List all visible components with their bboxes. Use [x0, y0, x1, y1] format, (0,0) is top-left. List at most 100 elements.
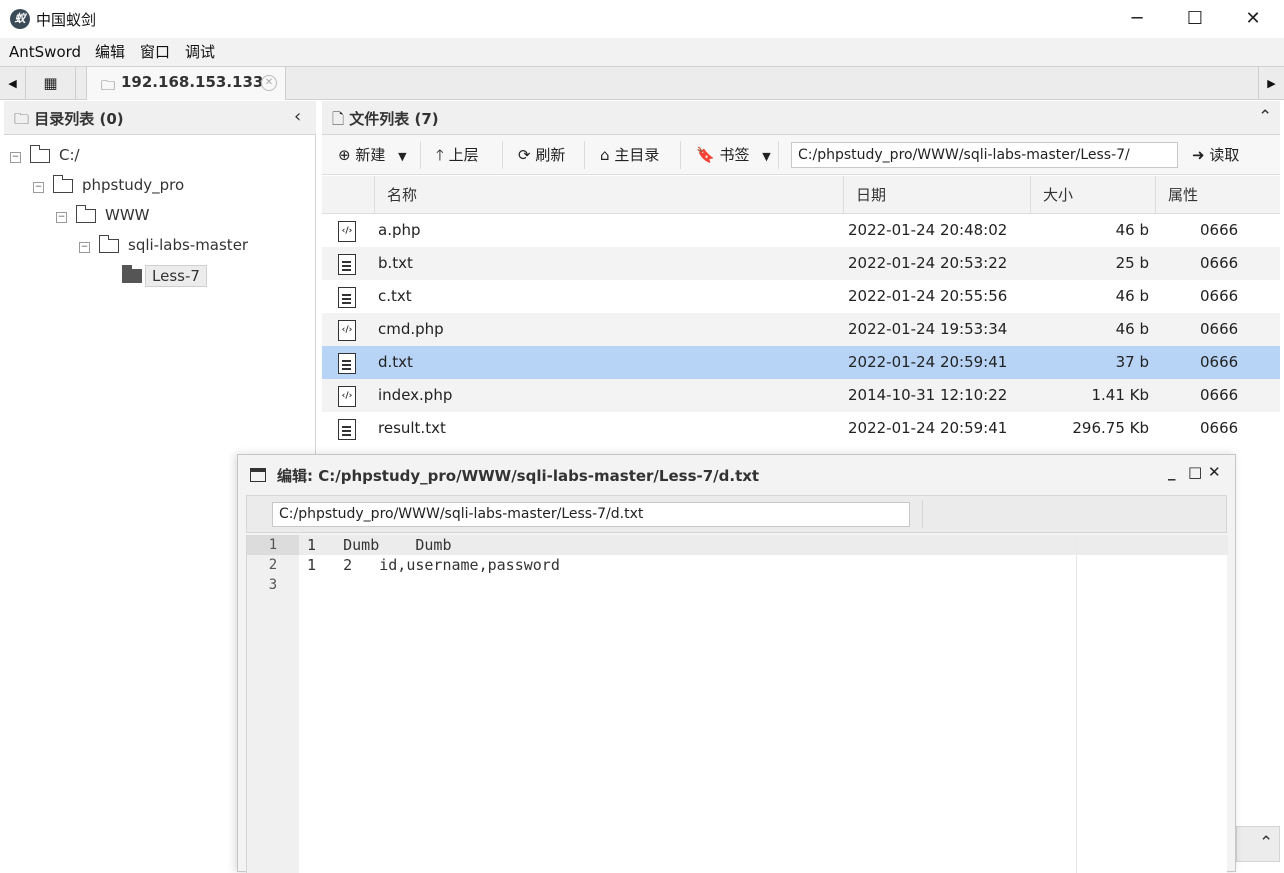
file-row-selected[interactable]: d.txt 2022-01-24 20:59:41 37 b 0666	[322, 346, 1280, 379]
tree-toggle-icon[interactable]: −	[79, 242, 90, 253]
file-date: 2022-01-24 20:59:41	[848, 353, 1008, 371]
maximize-button[interactable]: ☐	[1166, 0, 1224, 38]
tab-scroll-left-icon[interactable]: ◀	[0, 67, 26, 100]
bookmark-button[interactable]: 🔖 书签 ▼	[696, 144, 771, 166]
file-attr: 0666	[1200, 287, 1239, 305]
window-icon	[250, 468, 266, 482]
tree-toggle-icon[interactable]: −	[56, 212, 67, 223]
file-name: c.txt	[378, 287, 412, 305]
editor-dialog-header[interactable]: 编辑: C:/phpstudy_pro/WWW/sqli-labs-master…	[238, 455, 1235, 493]
tree-node-sqli-labs-master[interactable]: − sqli-labs-master	[4, 235, 304, 261]
tab-bar: ◀ ▦ 🗀 192.168.153.133 ✕ ▶	[0, 66, 1284, 100]
code-file-icon: ‹/›	[338, 221, 356, 242]
toolbar-divider	[922, 500, 923, 528]
line-number: 1	[247, 535, 299, 555]
file-name: result.txt	[378, 419, 446, 437]
dialog-close-icon[interactable]: ✕	[1208, 463, 1221, 481]
bookmark-icon: 🔖	[696, 146, 715, 164]
directory-panel-title: 🗀 目录列表 (0)	[14, 108, 124, 134]
tree-toggle-icon[interactable]: −	[10, 152, 21, 163]
code-editor[interactable]: 1 2 3 1 Dumb Dumb 1 2 id,username,passwo…	[246, 535, 1228, 873]
file-row[interactable]: result.txt 2022-01-24 20:59:41 296.75 Kb…	[322, 412, 1280, 445]
tree-node-less-7[interactable]: Less-7	[4, 265, 304, 291]
folder-icon	[75, 205, 96, 223]
code-line: 1 Dumb Dumb	[307, 536, 452, 554]
tree-node-c[interactable]: − C:/	[4, 145, 304, 171]
editor-dialog-title: 编辑: C:/phpstudy_pro/WWW/sqli-labs-master…	[277, 467, 760, 485]
file-row[interactable]: ‹/› a.php 2022-01-24 20:48:02 46 b 0666	[322, 214, 1280, 247]
folder-icon	[29, 145, 50, 163]
file-attr: 0666	[1200, 221, 1239, 239]
menu-antsword[interactable]: AntSword	[9, 38, 81, 66]
toolbar-divider	[680, 141, 681, 169]
file-size: 25 b	[1115, 254, 1149, 272]
column-date[interactable]: 日期	[843, 176, 1030, 214]
file-panel-header: 🗋 文件列表 (7) ⌃	[322, 101, 1280, 135]
toolbar-divider	[502, 141, 503, 169]
file-row[interactable]: ‹/› index.php 2014-10-31 12:10:22 1.41 K…	[322, 379, 1280, 412]
home-dir-button[interactable]: ⌂ 主目录	[600, 144, 659, 166]
file-panel-title-text: 文件列表 (7)	[349, 110, 439, 128]
antsword-logo-icon: 蚁	[10, 9, 30, 29]
file-date: 2022-01-24 20:59:41	[848, 419, 1008, 437]
toolbar-divider	[420, 141, 421, 169]
column-size[interactable]: 大小	[1030, 176, 1155, 214]
tab-home-grid-icon[interactable]: ▦	[26, 67, 76, 100]
refresh-button[interactable]: ⟳ 刷新	[518, 144, 565, 166]
file-grid-header: 名称 日期 大小 属性	[322, 176, 1280, 214]
file-row[interactable]: b.txt 2022-01-24 20:53:22 25 b 0666	[322, 247, 1280, 280]
tab-close-icon[interactable]: ✕	[261, 75, 277, 91]
tree-toggle-icon[interactable]: −	[33, 182, 44, 193]
dialog-maximize-icon[interactable]: □	[1188, 463, 1202, 481]
menu-bar: AntSword 编辑 窗口 调试	[0, 38, 1284, 66]
column-name[interactable]: 名称	[374, 176, 843, 214]
tab-scroll-right-icon[interactable]: ▶	[1258, 67, 1284, 100]
collapse-up-icon[interactable]: ⌃	[1258, 107, 1272, 127]
home-dir-button-label: 主目录	[614, 146, 660, 164]
up-button-label: 上层	[448, 146, 479, 164]
path-input[interactable]: C:/phpstudy_pro/WWW/sqli-labs-master/Les…	[791, 142, 1178, 168]
file-date: 2022-01-24 19:53:34	[848, 320, 1008, 338]
editor-path-input[interactable]: C:/phpstudy_pro/WWW/sqli-labs-master/Les…	[272, 502, 910, 527]
file-attr: 0666	[1200, 353, 1239, 371]
folder-outline-icon: 🗀	[14, 110, 30, 128]
caret-down-icon: ▼	[398, 150, 407, 163]
menu-window[interactable]: 窗口	[140, 38, 170, 66]
text-file-icon	[338, 419, 356, 440]
folder-icon	[98, 235, 119, 253]
file-name: index.php	[378, 386, 453, 404]
menu-debug[interactable]: 调试	[185, 38, 215, 66]
collapse-up-icon[interactable]: ⌃	[1259, 833, 1273, 853]
file-attr: 0666	[1200, 320, 1239, 338]
dialog-minimize-icon[interactable]: _	[1168, 463, 1176, 481]
toolbar-divider	[778, 141, 779, 169]
refresh-icon: ⟳	[518, 146, 531, 164]
up-button[interactable]: 🡑 上层	[436, 144, 479, 166]
column-attr[interactable]: 属性	[1155, 176, 1280, 214]
tree-node-phpstudy-pro[interactable]: − phpstudy_pro	[4, 175, 304, 201]
arrow-right-icon: ➜	[1192, 146, 1205, 164]
file-name: cmd.php	[378, 320, 444, 338]
file-size: 46 b	[1115, 320, 1149, 338]
file-date: 2022-01-24 20:53:22	[848, 254, 1008, 272]
file-row[interactable]: c.txt 2022-01-24 20:55:56 46 b 0666	[322, 280, 1280, 313]
read-button[interactable]: ➜ 读取	[1192, 144, 1239, 166]
tree-node-www[interactable]: − WWW	[4, 205, 304, 231]
close-button[interactable]: ✕	[1224, 0, 1282, 38]
collapse-left-icon[interactable]: ‹	[294, 106, 301, 127]
new-button[interactable]: ⊕ 新建 ▼	[338, 144, 407, 166]
editor-path-bar: C:/phpstudy_pro/WWW/sqli-labs-master/Les…	[246, 495, 1227, 533]
folder-outline-icon: 🗀	[101, 78, 115, 94]
menu-edit[interactable]: 编辑	[95, 38, 125, 66]
bottom-panel-header: ⌃	[1236, 826, 1280, 862]
minimize-button[interactable]: ─	[1108, 0, 1166, 38]
file-attr: 0666	[1200, 254, 1239, 272]
file-grid-body: ‹/› a.php 2022-01-24 20:48:02 46 b 0666 …	[322, 214, 1280, 454]
text-file-icon	[338, 353, 356, 374]
text-file-icon	[338, 287, 356, 308]
tab-host[interactable]: 🗀 192.168.153.133 ✕	[86, 67, 286, 100]
new-button-label: 新建	[355, 146, 386, 164]
editor-dialog: 编辑: C:/phpstudy_pro/WWW/sqli-labs-master…	[237, 454, 1236, 873]
file-row[interactable]: ‹/› cmd.php 2022-01-24 19:53:34 46 b 066…	[322, 313, 1280, 346]
window-title: 中国蚁剑	[36, 11, 97, 29]
